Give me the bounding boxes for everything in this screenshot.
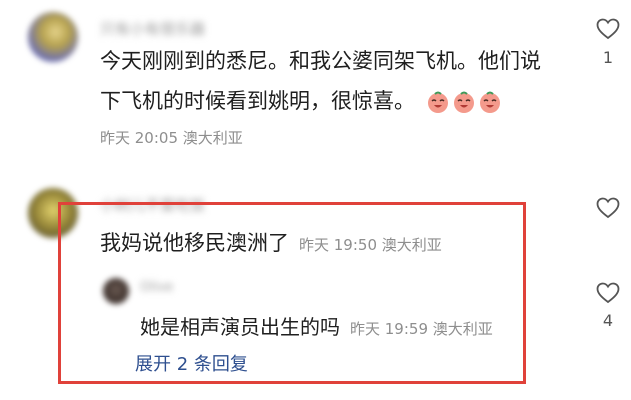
comment-meta: 昨天 20:05 澳大利亚 (100, 129, 243, 147)
peach-laugh-emoji-3 (479, 91, 500, 113)
reply-like-count: 4 (602, 311, 614, 330)
heart-icon[interactable] (596, 18, 620, 40)
peach-laugh-emoji-1 (427, 91, 448, 113)
avatar[interactable] (28, 12, 78, 62)
highlight-box (58, 202, 526, 384)
comment-text-line2-content: 下飞机的时候看到姚明，很惊喜。 (100, 89, 415, 113)
heart-icon[interactable] (596, 282, 620, 304)
comment-username[interactable]: 只有小有很乐器 (100, 18, 205, 39)
comment-text: 今天刚刚到的悉尼。和我公婆同架飞机。他们说 (100, 49, 541, 73)
comment-text-line2: 下飞机的时候看到姚明，很惊喜。 (100, 84, 502, 118)
peach-laugh-emoji (426, 90, 502, 114)
heart-icon[interactable] (596, 197, 620, 219)
like-count: 1 (602, 48, 614, 67)
peach-laugh-emoji-2 (453, 91, 474, 113)
